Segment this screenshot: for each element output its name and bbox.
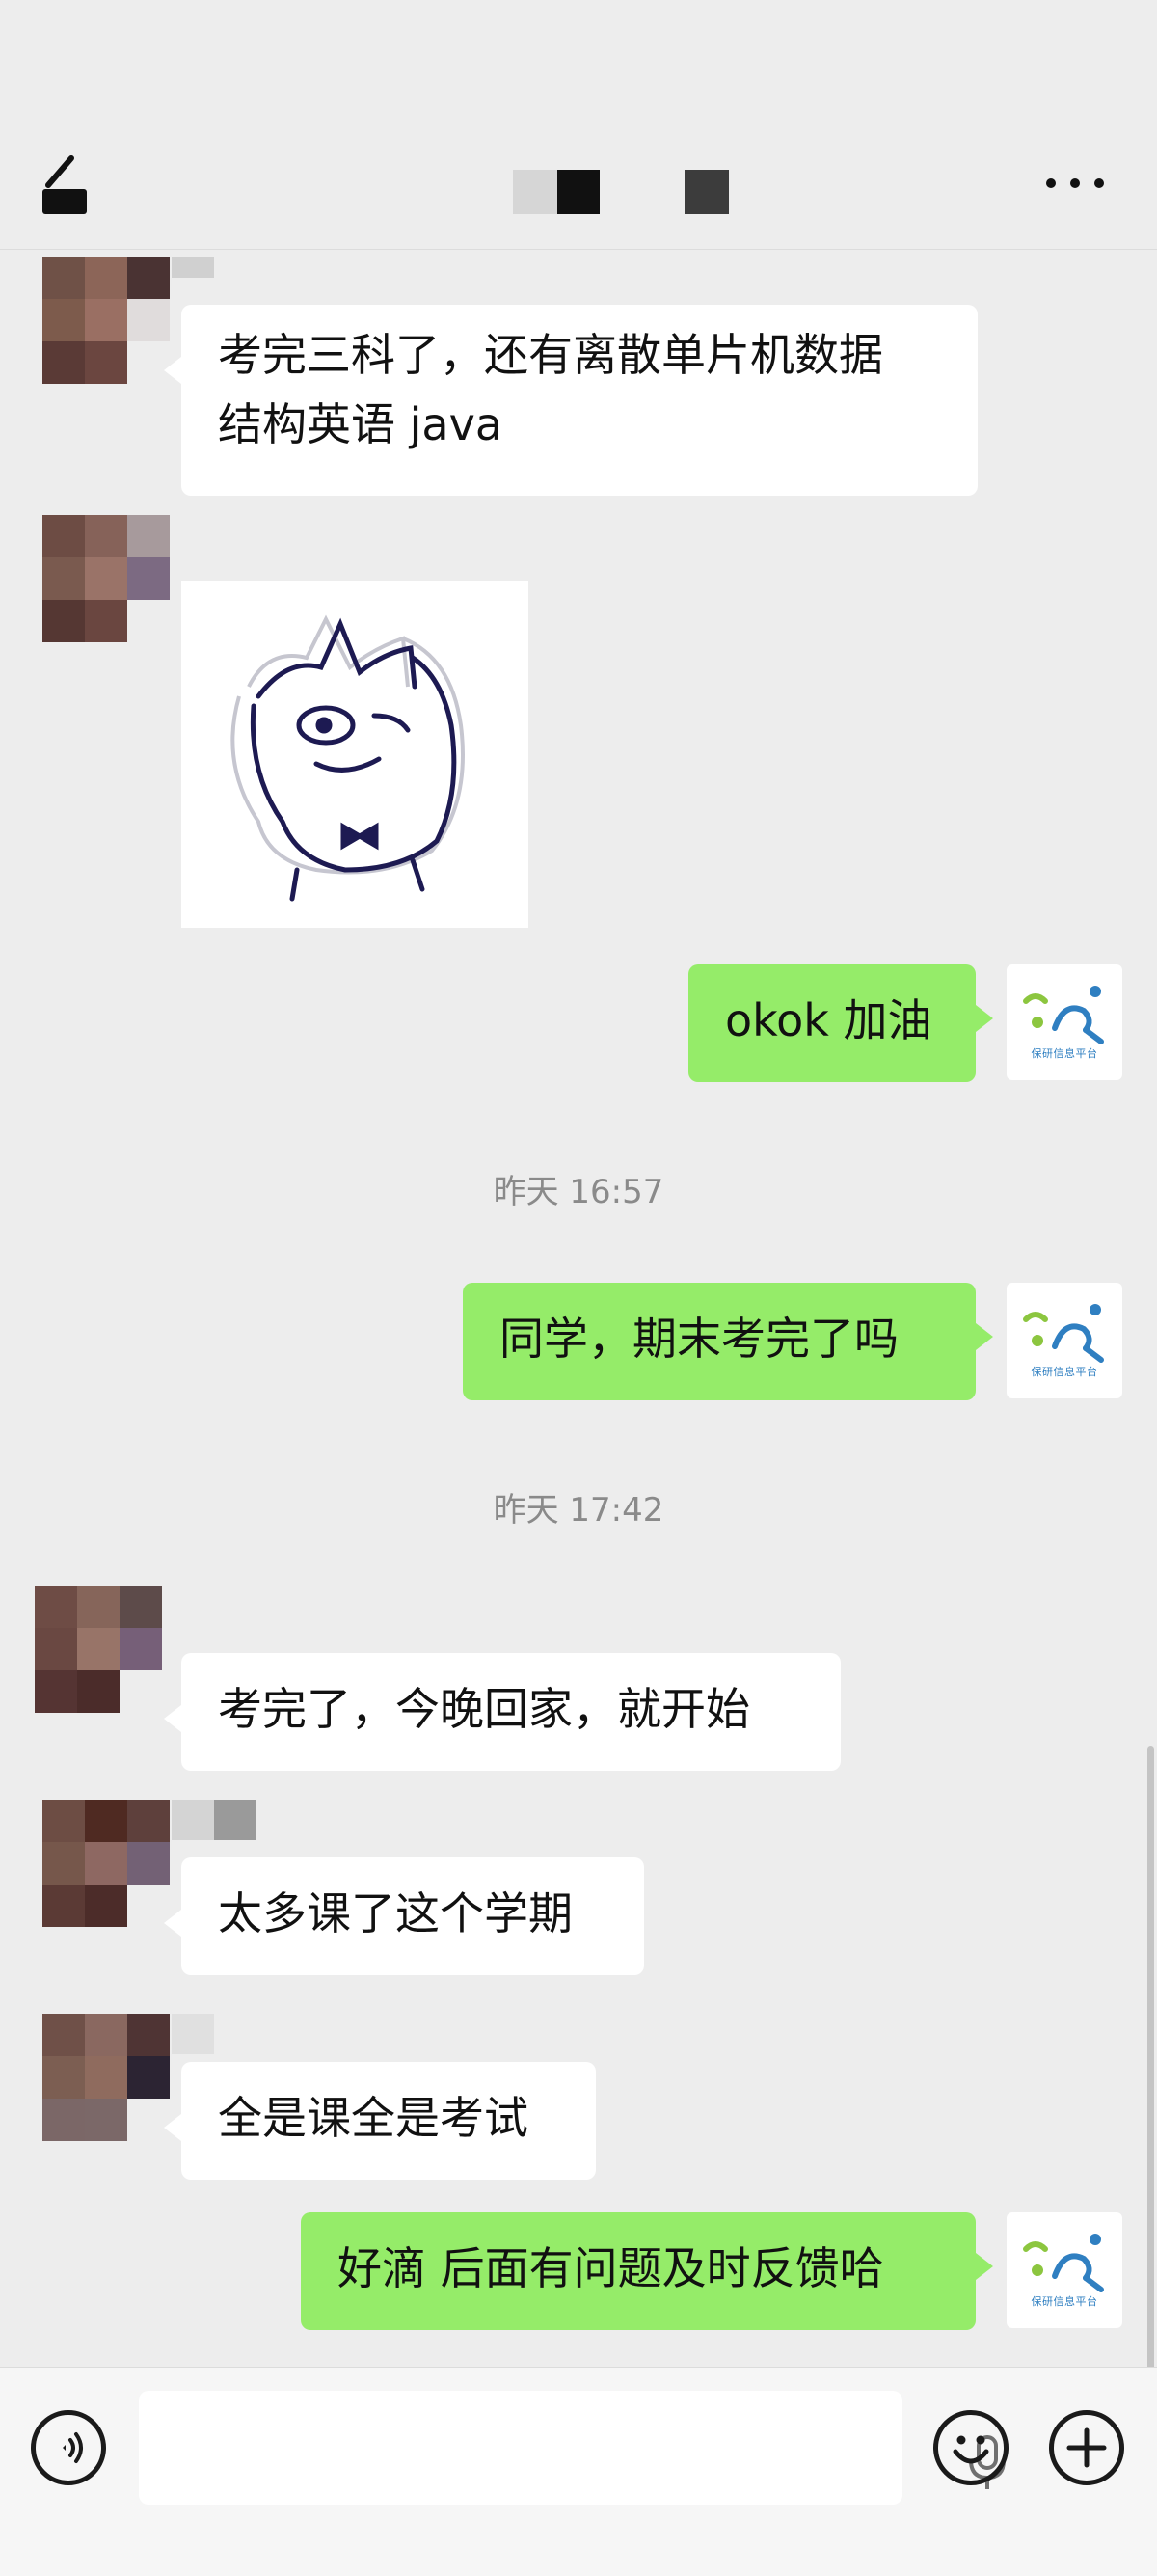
logo-label: 保研信息平台 <box>1031 1366 1098 1378</box>
outgoing-message-bubble[interactable]: okok 加油 <box>688 964 993 1082</box>
contact-avatar[interactable] <box>42 1800 170 1927</box>
message-text: 全是课全是考试 <box>218 2092 528 2144</box>
message-text: 好滴 后面有问题及时反馈哈 <box>337 2242 884 2294</box>
cartoon-cat-sticker[interactable] <box>181 581 528 928</box>
outgoing-message-bubble[interactable]: 好滴 后面有问题及时反馈哈 <box>301 2212 993 2330</box>
plus-icon[interactable] <box>1049 2410 1124 2485</box>
message-text: 太多课了这个学期 <box>218 1887 573 1939</box>
logo-label: 保研信息平台 <box>1031 1047 1098 1060</box>
message-list[interactable]: 考完三科了，还有离散单片机数据 结构英语 java okok 加油 保研信息平台… <box>0 249 1157 2367</box>
incoming-message-bubble[interactable]: 考完三科了，还有离散单片机数据 结构英语 java <box>164 305 978 496</box>
message-input[interactable] <box>139 2391 1006 2505</box>
self-avatar-logo[interactable]: 保研信息平台 <box>1007 1283 1122 1398</box>
incoming-message-bubble[interactable]: 全是课全是考试 <box>164 2062 596 2180</box>
message-text-line: 结构英语 java <box>218 398 503 450</box>
incoming-message-bubble[interactable]: 考完了，今晚回家，就开始 <box>164 1653 841 1771</box>
logo-label: 保研信息平台 <box>1031 2295 1098 2308</box>
message-text: 考完了，今晚回家，就开始 <box>218 1683 750 1735</box>
self-avatar-logo[interactable]: 保研信息平台 <box>1007 964 1122 1080</box>
contact-avatar[interactable] <box>42 2014 170 2141</box>
back-arrow-icon[interactable] <box>39 154 96 220</box>
contact-avatar[interactable] <box>42 515 170 642</box>
contact-avatar[interactable] <box>35 1586 162 1713</box>
scrollbar[interactable] <box>1147 1746 1154 2367</box>
emoji-icon[interactable] <box>933 2410 1009 2485</box>
timestamp: 昨天 17:42 <box>493 1491 664 1530</box>
message-text: okok 加油 <box>725 994 932 1046</box>
incoming-message-bubble[interactable]: 太多课了这个学期 <box>164 1857 644 1975</box>
self-avatar-logo[interactable]: 保研信息平台 <box>1007 2212 1122 2328</box>
input-bar <box>0 2367 1157 2576</box>
voice-icon[interactable] <box>31 2410 106 2485</box>
message-text: 同学，期末考完了吗 <box>499 1313 899 1365</box>
outgoing-message-bubble[interactable]: 同学，期末考完了吗 <box>463 1283 993 1400</box>
more-horizontal-icon[interactable] <box>1041 164 1109 203</box>
contact-avatar[interactable] <box>42 257 170 384</box>
timestamp: 昨天 16:57 <box>493 1173 664 1211</box>
chat-header <box>0 0 1157 250</box>
message-text-line: 考完三科了，还有离散单片机数据 <box>218 329 883 381</box>
